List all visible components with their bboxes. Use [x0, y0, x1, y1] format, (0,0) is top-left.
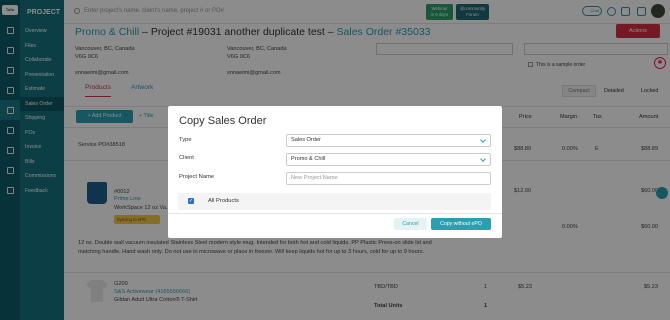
type-label: Type	[179, 137, 192, 143]
type-value: Sales Order	[291, 137, 321, 143]
all-products-checkbox[interactable]: ✓	[188, 198, 194, 204]
client-select[interactable]: Promo & Chill	[286, 153, 491, 166]
project-name-input[interactable]: New Project Name	[286, 172, 491, 185]
dialog-title: Copy Sales Order	[179, 115, 267, 127]
copy-without-epo-button[interactable]: Copy without ePO	[431, 218, 491, 230]
project-name-label: Project Name	[179, 174, 215, 180]
type-select[interactable]: Sales Order	[286, 134, 491, 147]
client-value: Promo & Chill	[291, 156, 326, 162]
chevron-down-icon	[480, 137, 486, 143]
all-products-row: ✓ All Products	[178, 193, 491, 210]
all-products-label: All Products	[208, 198, 239, 204]
client-label: Client	[179, 155, 194, 161]
cancel-button[interactable]: Cancel	[394, 218, 427, 230]
chevron-down-icon	[480, 156, 486, 162]
copy-sales-order-dialog: Copy Sales Order Type Sales Order Client…	[168, 106, 502, 238]
dialog-divider	[168, 213, 502, 214]
